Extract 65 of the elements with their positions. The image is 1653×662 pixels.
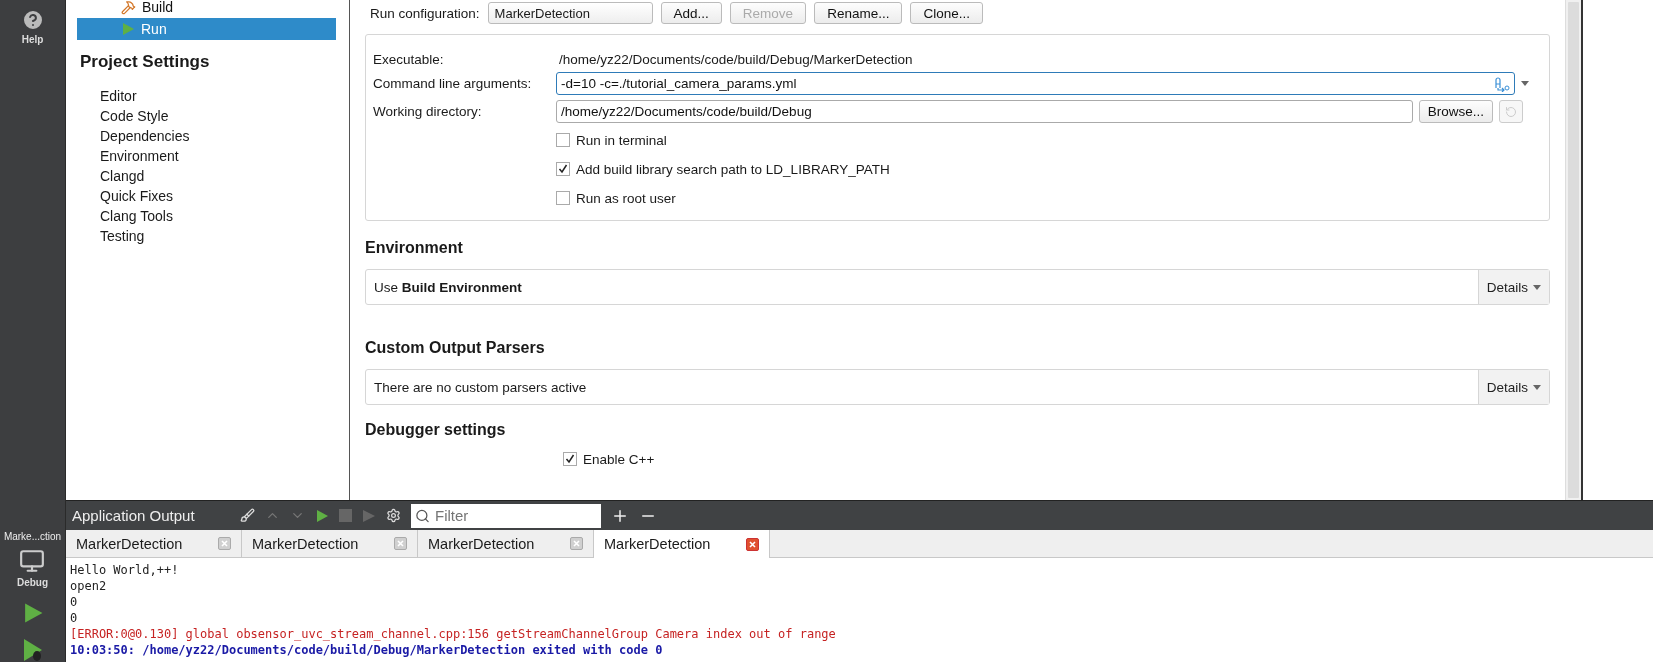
output-line: 0 [70, 594, 79, 610]
output-tab[interactable]: MarkerDetection [594, 530, 770, 558]
configuration-dropdown[interactable]: MarkerDetection [487, 2, 653, 24]
browse-button[interactable]: Browse... [1418, 100, 1493, 123]
config-button[interactable]: Clone... [910, 2, 983, 24]
variables-icon[interactable] [1494, 75, 1510, 92]
stop-icon[interactable] [339, 509, 352, 523]
settings-item[interactable]: Code Style [77, 106, 169, 126]
nav-item[interactable]: Build [77, 0, 336, 18]
checkbox-option[interactable]: Run as root user [556, 186, 676, 210]
close-icon[interactable] [218, 537, 231, 551]
play-icon[interactable] [315, 508, 329, 523]
caret-icon [1521, 81, 1529, 86]
close-icon[interactable] [394, 537, 407, 551]
settings-item[interactable]: Environment [77, 146, 179, 166]
output-line: [ERROR:0@0.130] global obsensor_uvc_stream_channel.cpp:156 getStreamChannelGroup Camera index out of range [70, 626, 837, 642]
help-button[interactable]: Help [20, 8, 45, 45]
field-label: Executable: [373, 52, 445, 67]
section-title: Environment [365, 239, 464, 257]
target-selector[interactable]: Debug [16, 548, 49, 588]
scrollbar[interactable] [1565, 0, 1581, 500]
settings-item[interactable]: Testing [77, 226, 145, 246]
section-title: Custom Output Parsers [365, 339, 546, 357]
arguments-field[interactable]: -d=10 -c=./tutorial_camera_params.yml [556, 72, 1515, 95]
details-button[interactable]: Details [1477, 270, 1549, 304]
reset-button[interactable] [1499, 100, 1523, 123]
output-line: 10:03:50: /home/yz22/Documents/code/build/Debug/MarkerDetection exited with code 0 [70, 642, 664, 658]
summary-text: There are no custom parsers active [373, 379, 588, 395]
settings-icon[interactable] [386, 508, 401, 524]
details-button[interactable]: Details [1477, 370, 1549, 404]
summary-text: Use Build Environment [373, 279, 523, 295]
clear-icon[interactable] [240, 508, 255, 524]
directory-field[interactable]: /home/yz22/Documents/code/build/Debug [556, 100, 1413, 123]
config-button[interactable]: Add... [660, 2, 722, 24]
pane-title: Application Output [72, 507, 196, 525]
section-title: Debugger settings [365, 421, 507, 439]
section-title: Project Settings [80, 52, 211, 72]
output-line: Hello World,++! [70, 562, 180, 578]
checkbox-option[interactable]: Run in terminal [556, 128, 667, 152]
close-icon[interactable] [570, 537, 583, 551]
checkbox-option[interactable]: Enable C++ [563, 447, 655, 471]
executable-path: /home/yz22/Documents/code/build/Debug/MarkerDetection [558, 52, 914, 67]
caret-icon [1533, 384, 1541, 390]
hammer-icon [121, 0, 136, 15]
settings-item[interactable]: Dependencies [77, 126, 190, 146]
settings-item[interactable]: Clangd [77, 166, 145, 186]
check-icon [565, 454, 575, 464]
search-icon [415, 508, 430, 524]
settings-item[interactable]: Quick Fixes [77, 186, 174, 206]
check-icon [558, 164, 568, 174]
field-label: Run configuration: [370, 5, 480, 21]
output-line: 0 [70, 610, 79, 626]
nav-item[interactable]: Run [77, 18, 336, 40]
project-name: Marke...ction [3, 531, 62, 542]
field-label: Command line arguments: [373, 76, 533, 91]
caret-icon [1533, 284, 1541, 290]
reset-icon [1505, 105, 1517, 118]
close-icon[interactable] [746, 537, 759, 551]
checkbox-option[interactable]: Add build library search path to LD_LIBRARY_PATH [556, 157, 890, 181]
settings-item[interactable]: Editor [77, 86, 137, 106]
field-label: Working directory: [373, 104, 483, 119]
config-button[interactable]: Rename... [814, 2, 903, 24]
filter-field[interactable]: Filter [411, 503, 601, 528]
settings-item[interactable]: Clang Tools [77, 206, 173, 226]
output-line: open2 [70, 578, 108, 594]
